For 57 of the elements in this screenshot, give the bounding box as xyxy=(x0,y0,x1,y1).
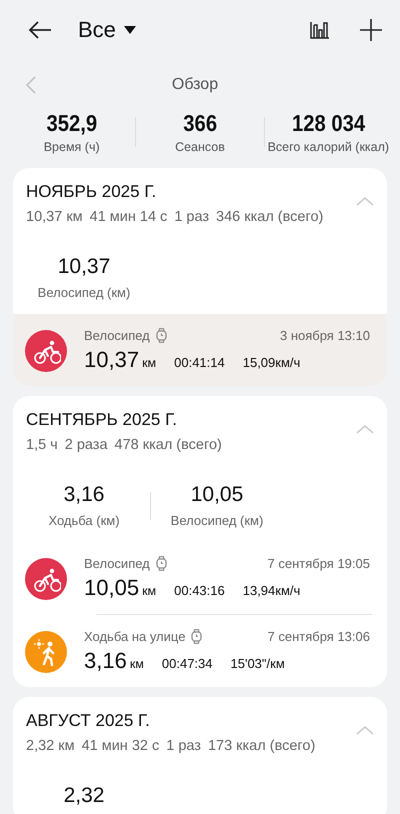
collapse-icon[interactable] xyxy=(356,725,374,735)
month-summary-item: 346 ккал (всего) xyxy=(216,209,324,225)
workout-row[interactable]: Велосипед 3 ноября 13:10 10,37 км 00:41:14 15,09км/ч xyxy=(13,314,387,386)
overview-title: Обзор xyxy=(170,76,220,94)
month-summary-item: 2,32 км xyxy=(26,738,75,754)
workout-distance: 10,37 xyxy=(84,347,140,373)
collapse-icon[interactable] xyxy=(356,424,374,434)
stat-value: 352,9 xyxy=(46,110,97,137)
filter-dropdown[interactable]: Все xyxy=(78,17,136,43)
workout-row[interactable]: Велосипед 7 сентября 19:05 10,05 км 00:43:16 13,94км/ч xyxy=(13,542,387,614)
workout-pace: 15,09км/ч xyxy=(242,355,300,370)
total-value: 10,37 xyxy=(58,255,110,279)
workout-pace: 13,94км/ч xyxy=(242,583,300,598)
month-title: НОЯБРЬ 2025 Г. xyxy=(26,182,158,202)
workout-date: 3 ноября 13:10 xyxy=(280,328,370,343)
month-title: СЕНТЯБРЬ 2025 Г. xyxy=(26,410,178,430)
watch-icon xyxy=(156,556,167,571)
stat-value: 128 034 xyxy=(292,110,365,137)
workout-type: Велосипед xyxy=(84,328,150,343)
distance-unit: км xyxy=(130,657,144,671)
month-summary-item: 1 раз xyxy=(174,209,210,225)
workout-duration: 00:43:16 xyxy=(174,583,225,598)
distance-unit: км xyxy=(142,584,156,598)
stat-label: Всего калорий (ккал) xyxy=(268,140,390,154)
month-summary-item: 1,5 ч xyxy=(26,437,58,453)
month-summary-item: 10,37 км xyxy=(26,209,83,225)
month-summary-item: 41 мин 32 с xyxy=(82,738,160,754)
workout-type: Ходьба на улице xyxy=(84,629,186,644)
workout-row[interactable]: Ходьба на улице 7 сентября 13:06 3,16 км 00:47:34 15'03"/км xyxy=(13,615,387,687)
month-title: АВГУСТ 2025 Г. xyxy=(26,711,151,731)
stat-value: 366 xyxy=(183,110,217,137)
workout-duration: 00:41:14 xyxy=(174,355,225,370)
workout-duration: 00:47:34 xyxy=(162,656,212,671)
distance-unit: км xyxy=(142,356,156,370)
total-label: Ходьба (км) xyxy=(48,513,120,528)
month-summary-item: 173 ккал (всего) xyxy=(208,738,316,754)
stat-label: Время (ч) xyxy=(44,140,100,154)
watch-icon xyxy=(156,328,167,343)
month-summary-item: 1 раз xyxy=(166,738,201,754)
total-label: Велосипед (км) xyxy=(38,285,130,300)
workout-date: 7 сентября 19:05 xyxy=(268,556,370,571)
workout-distance: 10,05 xyxy=(84,575,140,601)
total-label: Велосипед (км) xyxy=(170,513,264,528)
workout-type: Велосипед xyxy=(84,556,150,571)
month-summary-item: 41 мин 14 с xyxy=(90,209,168,225)
watch-icon xyxy=(191,629,202,644)
workout-date: 7 сентября 13:06 xyxy=(268,629,370,644)
workout-pace: 15'03"/км xyxy=(230,656,285,671)
caret-icon xyxy=(124,26,136,34)
month-summary-item: 2 раза xyxy=(64,437,108,453)
total-value: 3,16 xyxy=(64,483,104,507)
total-value: 2,32 xyxy=(64,784,104,808)
stat-label: Сеансов xyxy=(175,140,225,154)
month-summary-item: 478 ккал (всего) xyxy=(114,437,222,453)
total-value: 10,05 xyxy=(190,483,244,507)
collapse-icon[interactable] xyxy=(356,196,374,206)
workout-distance: 3,16 xyxy=(84,648,127,674)
